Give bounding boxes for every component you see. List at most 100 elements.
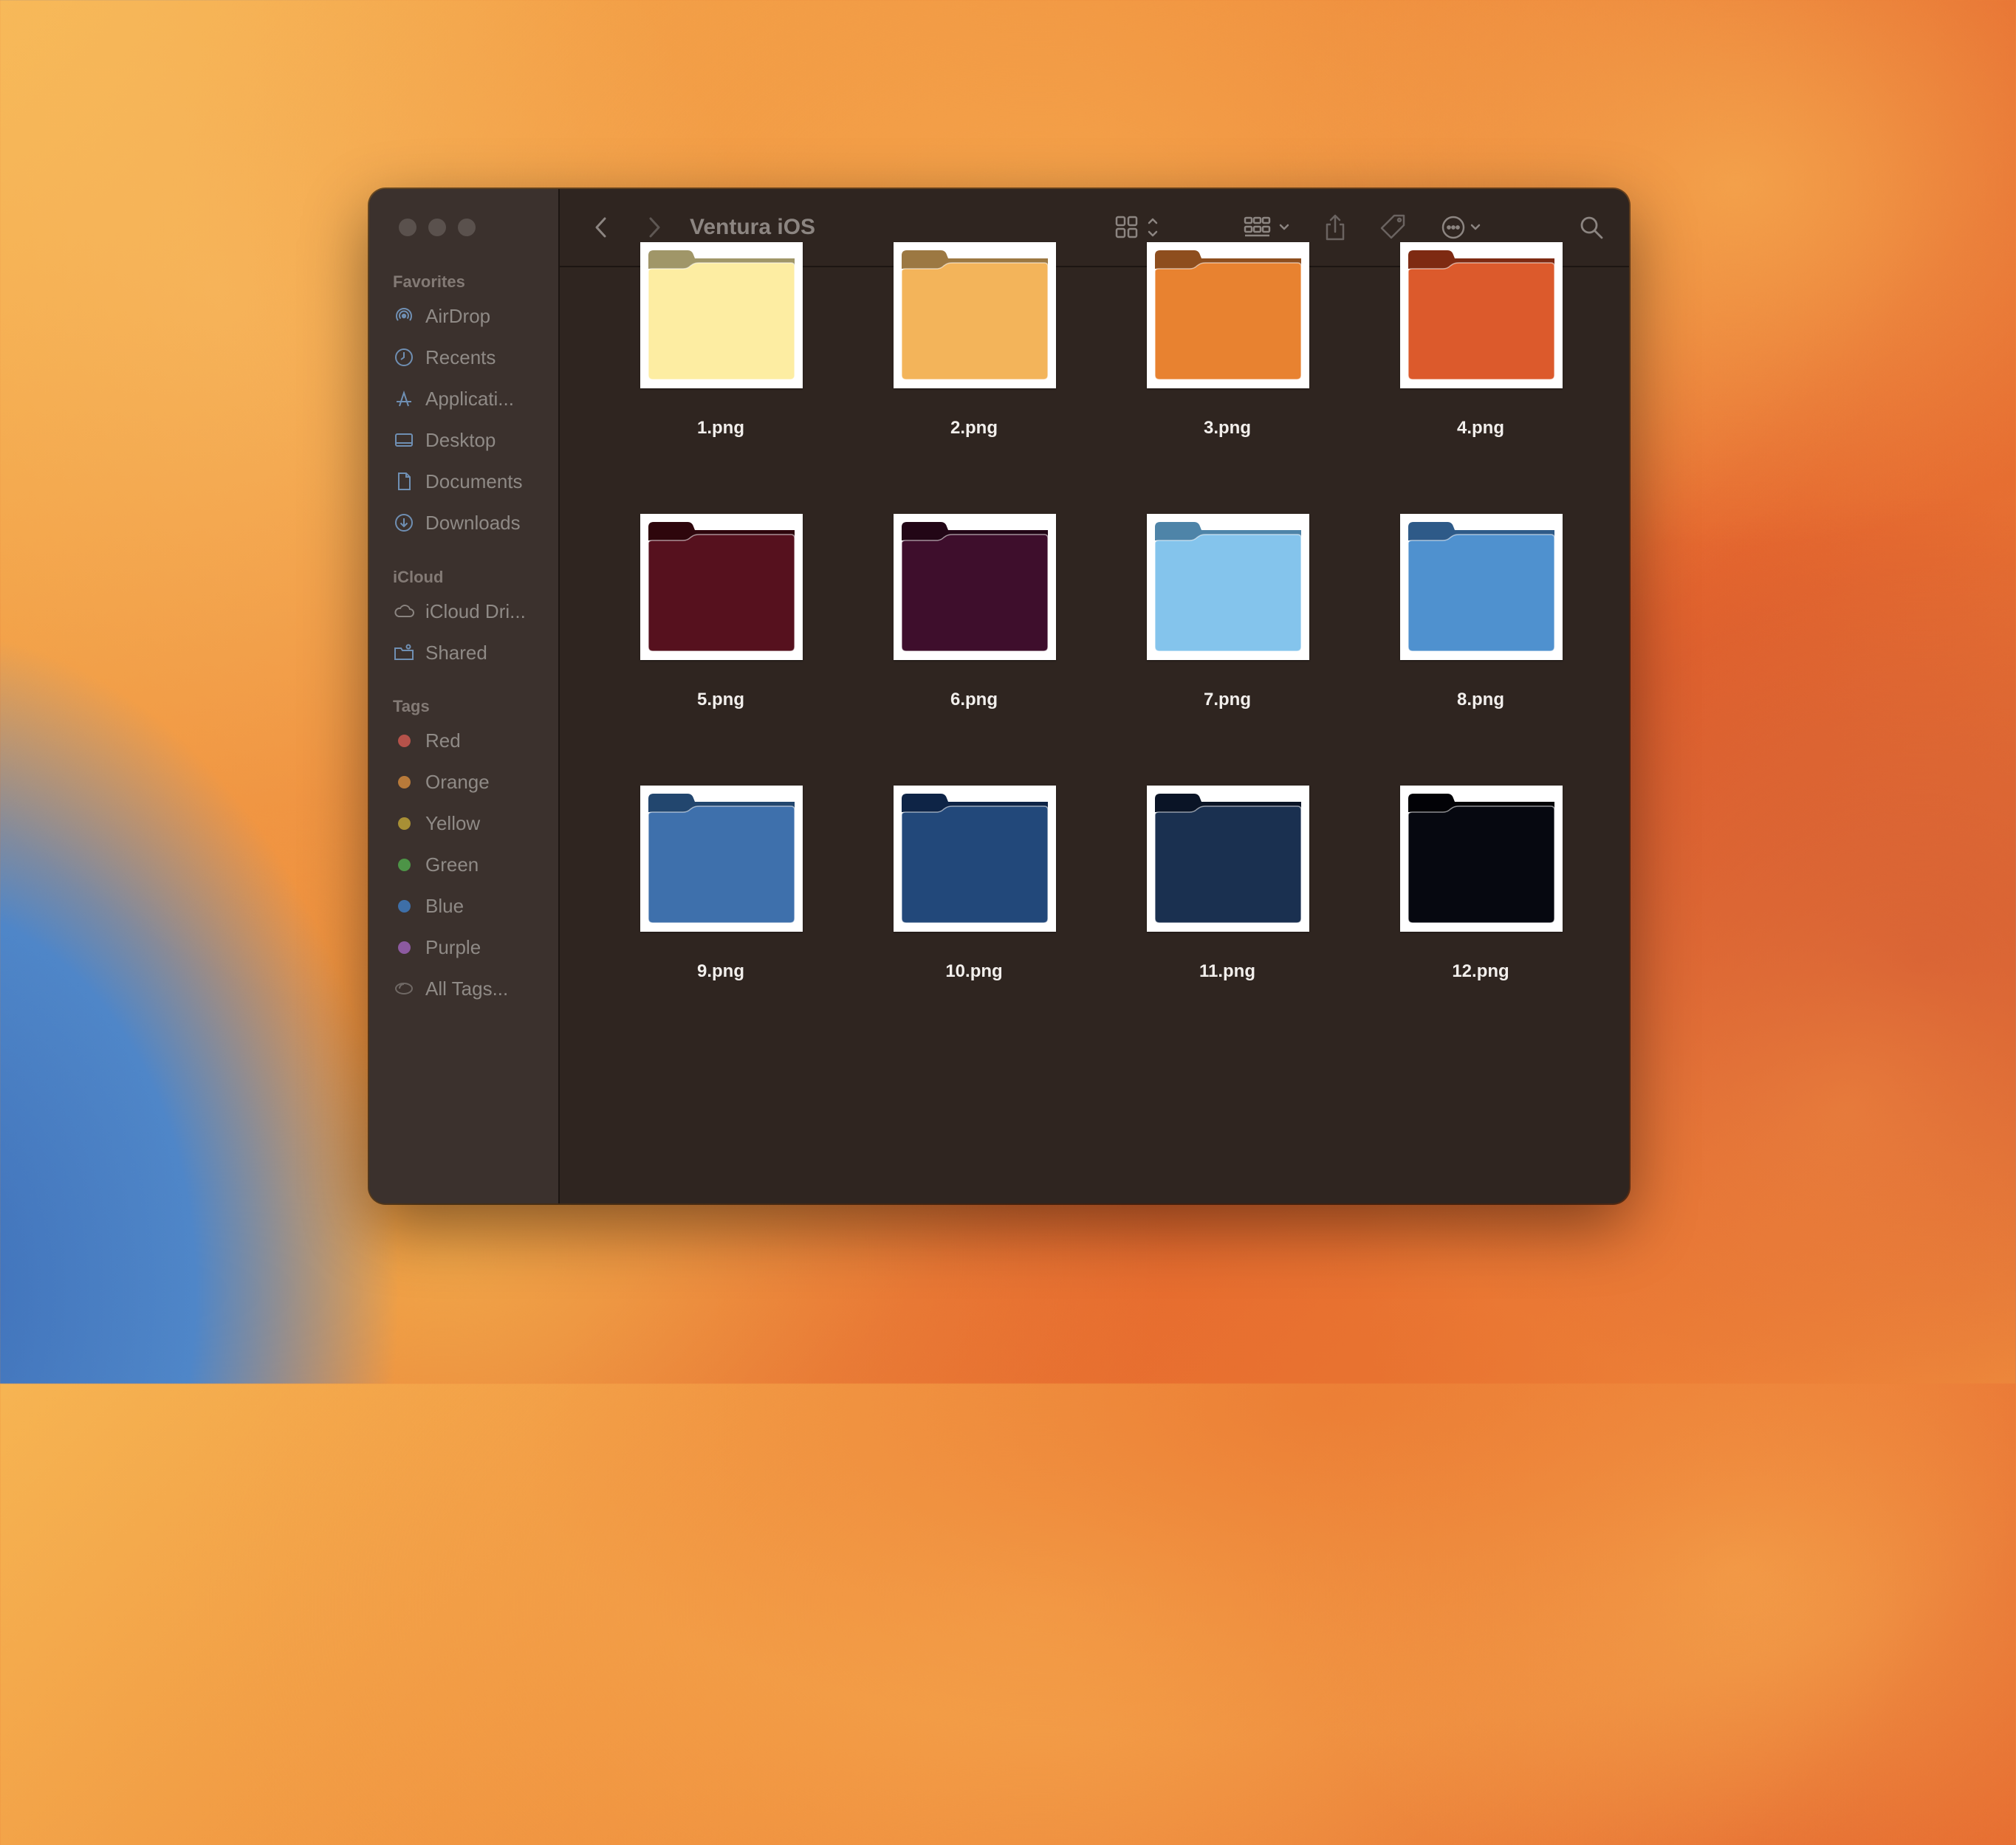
tag-color-dot <box>397 775 411 788</box>
zoom-button[interactable] <box>458 219 476 236</box>
sidebar: Favorites AirDrop Recents Applicati... D… <box>369 189 560 1203</box>
sidebar-item-label: AirDrop <box>425 304 491 327</box>
back-button[interactable] <box>586 189 616 266</box>
sidebar-item-label: All Tags... <box>425 977 509 1000</box>
sidebar-item-recents[interactable]: Recents <box>393 343 496 372</box>
ellipsis-circle-icon <box>1441 216 1481 239</box>
sidebar-tag-yellow[interactable]: Yellow <box>393 808 480 838</box>
sidebar-item-label: iCloud Dri... <box>425 599 526 622</box>
file-name: 6.png <box>950 690 998 710</box>
sidebar-item-applications[interactable]: Applicati... <box>393 384 514 413</box>
window-controls <box>399 219 476 236</box>
sidebar-tag-purple[interactable]: Purple <box>393 932 481 962</box>
icloud-section-title: iCloud <box>393 568 444 586</box>
tag-color-dot <box>397 734 411 747</box>
tag-color-dot <box>397 817 411 830</box>
icon-view-grid-icon <box>1115 216 1158 238</box>
sidebar-item-label: Applicati... <box>425 387 514 410</box>
file-name: 2.png <box>950 418 998 438</box>
sidebar-tag-blue[interactable]: Blue <box>393 891 464 921</box>
document-icon <box>393 470 415 492</box>
sidebar-item-label: Desktop <box>425 428 496 451</box>
cloud-icon <box>393 600 415 622</box>
file-thumbnail <box>640 514 803 660</box>
folder-icon <box>1154 250 1302 380</box>
file-thumbnail <box>894 242 1056 388</box>
file-name: 1.png <box>697 418 744 438</box>
sidebar-item-label: Recents <box>425 346 496 368</box>
tag-color-dot <box>397 941 411 954</box>
file-thumbnail <box>1147 242 1309 388</box>
file-name: 5.png <box>697 690 744 710</box>
sidebar-item-label: Shared <box>425 641 487 664</box>
favorites-section-title: Favorites <box>393 272 465 291</box>
tag-color-dot <box>397 899 411 913</box>
sidebar-item-shared[interactable]: Shared <box>393 638 487 667</box>
file-thumbnail <box>1400 514 1563 660</box>
minimize-button[interactable] <box>428 219 446 236</box>
folder-icon <box>1408 794 1555 924</box>
sidebar-item-label: Yellow <box>425 811 481 834</box>
sidebar-item-airdrop[interactable]: AirDrop <box>393 301 490 331</box>
file-thumbnail <box>1400 786 1563 932</box>
folder-icon <box>901 522 1049 652</box>
sidebar-item-label: Documents <box>425 470 523 492</box>
all-tags-icon <box>393 978 415 1000</box>
file-name: 3.png <box>1204 418 1251 438</box>
folder-icon <box>1408 250 1555 380</box>
folder-icon <box>648 794 795 924</box>
sidebar-item-documents[interactable]: Documents <box>393 467 523 496</box>
sidebar-item-label: Downloads <box>425 511 521 534</box>
folder-icon <box>1154 794 1302 924</box>
search-button[interactable] <box>1574 189 1608 266</box>
applications-icon <box>393 388 415 410</box>
file-name: 10.png <box>945 961 1003 981</box>
tags-section-title: Tags <box>393 697 430 715</box>
file-name: 9.png <box>697 961 744 981</box>
sidebar-item-label: Purple <box>425 935 481 958</box>
sidebar-item-label: Green <box>425 853 479 876</box>
file-thumbnail <box>640 786 803 932</box>
clock-icon <box>393 346 415 368</box>
file-grid: 1.png 2.png 3.png 4.png 5.png 6.png 7.png 8.png… <box>560 242 1629 1203</box>
close-button[interactable] <box>399 219 416 236</box>
airdrop-icon <box>393 305 415 327</box>
share-icon <box>1326 214 1345 241</box>
file-thumbnail <box>1147 514 1309 660</box>
search-icon <box>1580 216 1603 239</box>
folder-icon <box>648 250 795 380</box>
file-thumbnail <box>894 786 1056 932</box>
file-name: 4.png <box>1457 418 1504 438</box>
sidebar-item-icloud-drive[interactable]: iCloud Dri... <box>393 597 526 626</box>
folder-icon <box>901 794 1049 924</box>
folder-icon <box>901 250 1049 380</box>
folder-icon <box>1408 522 1555 652</box>
sidebar-item-all-tags[interactable]: All Tags... <box>393 974 508 1003</box>
chevron-left-icon <box>595 217 606 238</box>
file-thumbnail <box>640 242 803 388</box>
desktop-icon <box>393 429 415 451</box>
file-name: 8.png <box>1457 690 1504 710</box>
finder-window: Favorites AirDrop Recents Applicati... D… <box>369 189 1629 1203</box>
download-icon <box>393 512 415 534</box>
sidebar-item-label: Red <box>425 729 461 752</box>
shared-folder-icon <box>393 642 415 664</box>
folder-icon <box>1154 522 1302 652</box>
sidebar-item-label: Orange <box>425 770 490 793</box>
sidebar-tag-orange[interactable]: Orange <box>393 767 490 797</box>
group-grid-icon <box>1244 216 1289 237</box>
tag-color-dot <box>397 858 411 871</box>
sidebar-item-desktop[interactable]: Desktop <box>393 425 496 455</box>
sidebar-tag-red[interactable]: Red <box>393 726 461 755</box>
share-button[interactable] <box>1320 189 1350 266</box>
sidebar-tag-green[interactable]: Green <box>393 850 479 879</box>
file-name: 12.png <box>1452 961 1509 981</box>
sidebar-item-label: Blue <box>425 894 464 917</box>
file-thumbnail <box>1147 786 1309 932</box>
chevron-right-icon <box>649 217 660 238</box>
file-thumbnail <box>894 514 1056 660</box>
file-thumbnail <box>1400 242 1563 388</box>
file-name: 7.png <box>1204 690 1251 710</box>
sidebar-item-downloads[interactable]: Downloads <box>393 508 521 537</box>
folder-icon <box>648 522 795 652</box>
